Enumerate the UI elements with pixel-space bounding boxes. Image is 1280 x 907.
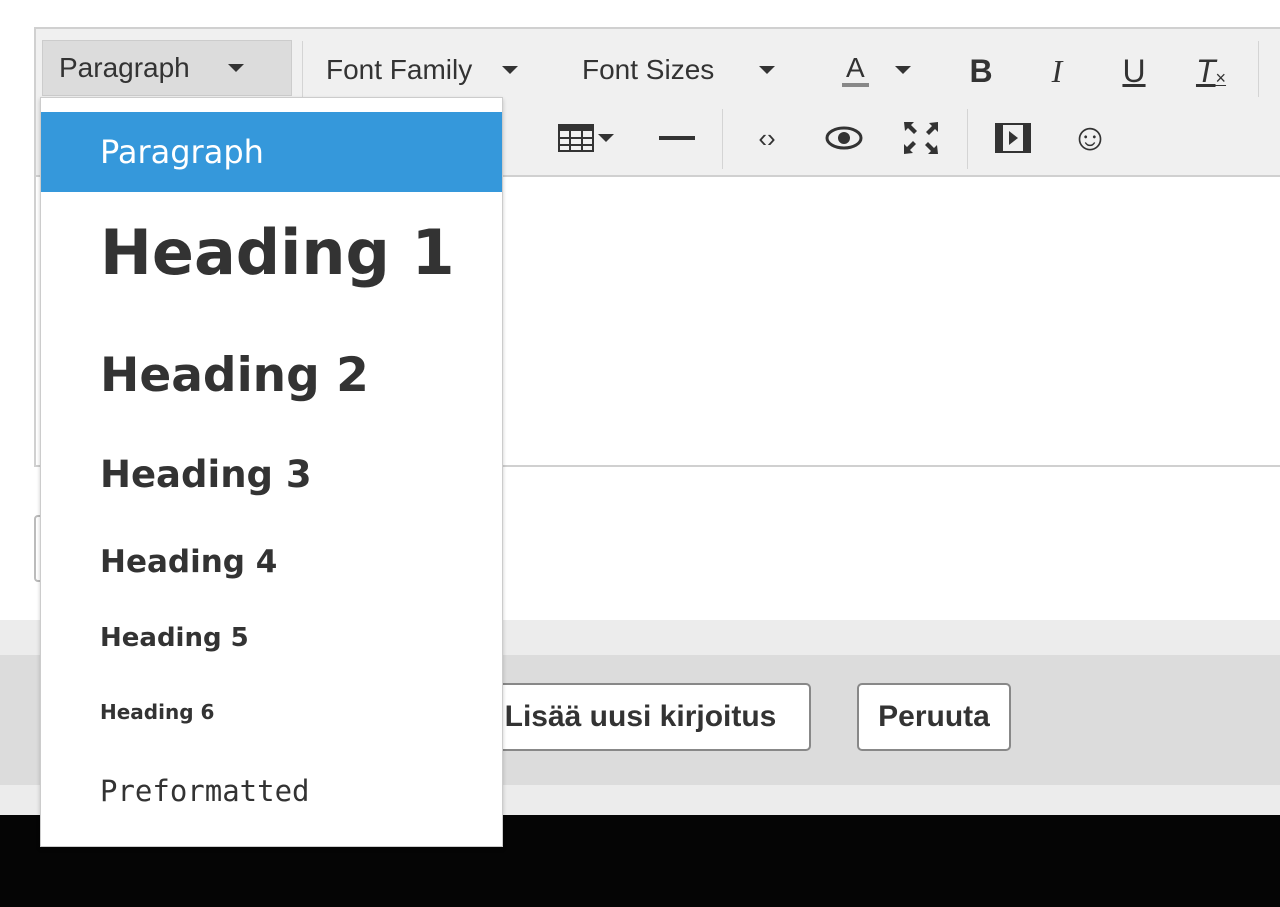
font-sizes-label: Font Sizes xyxy=(582,54,715,85)
cancel-label: Peruuta xyxy=(878,700,990,733)
font-sizes-select[interactable]: Font Sizes xyxy=(582,42,776,98)
text-color-button[interactable]: A xyxy=(842,42,911,98)
menu-item-heading-4[interactable]: Heading 4 xyxy=(41,544,502,580)
x-icon: × xyxy=(1215,67,1227,88)
cancel-button[interactable]: Peruuta xyxy=(857,683,1011,751)
chevron-down-icon xyxy=(759,66,776,74)
divider xyxy=(722,109,723,169)
film-icon xyxy=(995,123,1031,153)
chevron-down-icon xyxy=(894,66,911,74)
menu-item-paragraph[interactable]: Paragraph xyxy=(41,112,502,192)
eye-icon xyxy=(825,126,863,150)
insert-media-button[interactable] xyxy=(988,113,1038,163)
horizontal-line-icon xyxy=(659,136,695,140)
format-dropdown-menu: Paragraph Heading 1 Heading 2 Heading 3 … xyxy=(40,97,503,847)
divider xyxy=(302,41,303,97)
format-select[interactable]: Paragraph xyxy=(42,40,292,96)
add-post-label: Lisää uusi kirjoitus xyxy=(504,700,777,733)
underline-button[interactable]: U xyxy=(1109,46,1159,96)
smiley-icon: ☺ xyxy=(1070,116,1110,159)
fullscreen-icon xyxy=(904,122,938,154)
text-color-icon: A xyxy=(842,53,869,87)
divider xyxy=(1258,41,1259,97)
divider xyxy=(967,109,968,169)
menu-item-heading-1[interactable]: Heading 1 xyxy=(41,216,502,289)
emoticons-button[interactable]: ☺ xyxy=(1065,113,1115,163)
table-icon xyxy=(558,124,594,152)
chevron-down-icon xyxy=(598,134,614,142)
chevron-down-icon xyxy=(227,64,244,72)
italic-button[interactable]: I xyxy=(1032,46,1082,96)
menu-item-heading-6[interactable]: Heading 6 xyxy=(41,700,502,724)
menu-item-heading-2[interactable]: Heading 2 xyxy=(41,348,502,403)
add-post-button[interactable]: Lisää uusi kirjoitus xyxy=(470,683,811,751)
fullscreen-button[interactable] xyxy=(896,113,946,163)
clear-formatting-icon: T xyxy=(1195,52,1216,89)
font-family-label: Font Family xyxy=(326,54,473,85)
source-code-button[interactable]: ‹› xyxy=(742,113,792,163)
clear-formatting-button[interactable]: T × xyxy=(1186,46,1236,96)
font-family-select[interactable]: Font Family xyxy=(326,42,519,98)
table-button[interactable] xyxy=(546,113,626,163)
bold-button[interactable]: B xyxy=(956,46,1006,96)
chevron-down-icon xyxy=(502,66,519,74)
horizontal-line-button[interactable] xyxy=(652,113,702,163)
format-select-label: Paragraph xyxy=(59,52,190,83)
preview-button[interactable] xyxy=(819,113,869,163)
menu-item-heading-3[interactable]: Heading 3 xyxy=(41,453,502,496)
menu-item-preformatted[interactable]: Preformatted xyxy=(41,774,502,808)
menu-item-heading-5[interactable]: Heading 5 xyxy=(41,623,502,653)
code-icon: ‹› xyxy=(758,122,776,153)
